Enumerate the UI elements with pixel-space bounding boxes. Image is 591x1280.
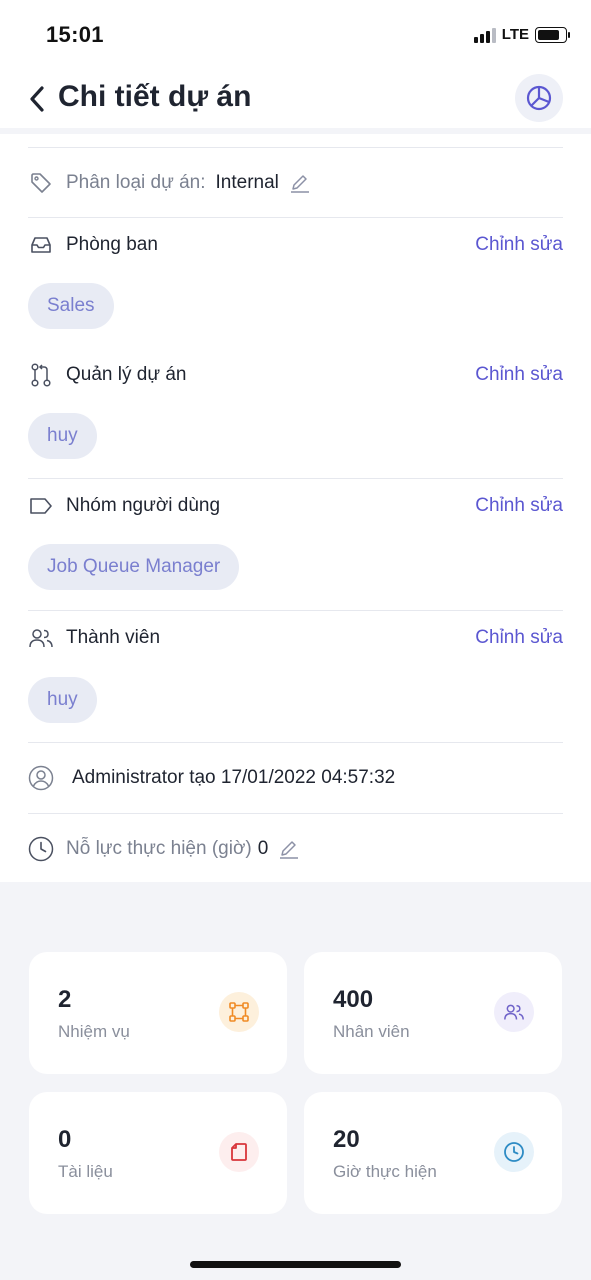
status-time: 15:01 — [46, 22, 104, 47]
stat-card-hours[interactable]: 20 Giờ thực hiện — [304, 1092, 562, 1214]
clock-icon — [28, 836, 54, 862]
inbox-icon — [28, 232, 54, 258]
tasks-icon — [219, 992, 259, 1032]
divider — [28, 813, 563, 814]
chevron-left-icon — [30, 86, 44, 112]
stat-card-documents[interactable]: 0 Tài liệu — [29, 1092, 287, 1214]
effort-value: 0 — [257, 838, 269, 859]
chart-button[interactable] — [515, 74, 563, 122]
app-header: Chi tiết dự án — [0, 70, 591, 128]
effort-row: Nỗ lực thực hiện (giờ) 0 — [28, 834, 563, 864]
network-label: LTE — [501, 26, 529, 43]
divider — [28, 217, 563, 218]
pie-chart-icon — [526, 85, 552, 111]
pencil-icon — [280, 841, 299, 859]
edit-department-link[interactable]: Chỉnh sửa — [475, 234, 563, 256]
edit-user-group-link[interactable]: Chỉnh sửa — [475, 495, 563, 517]
clock-icon — [494, 1132, 534, 1172]
stat-value: 0 — [58, 1126, 72, 1153]
battery-icon — [535, 26, 570, 43]
project-type-row: Phân loại dự án: Internal — [28, 168, 563, 198]
divider — [28, 610, 563, 611]
stats-section: 2 Nhiệm vụ 400 Nhân viên 0 Tài liệu 20 G… — [0, 882, 591, 1280]
divider — [28, 478, 563, 479]
stat-caption: Nhân viên — [333, 1022, 410, 1041]
created-row: Administrator tạo 17/01/2022 04:57:32 — [28, 763, 563, 793]
user-circle-icon — [28, 765, 54, 791]
divider — [28, 147, 563, 148]
stat-card-employees[interactable]: 400 Nhân viên — [304, 952, 562, 1074]
status-bar: 15:01 LTE — [0, 0, 591, 70]
divider — [28, 742, 563, 743]
project-detail-content: Phân loại dự án: Internal Phòng ban Chỉn… — [0, 134, 591, 882]
project-type-value: Internal — [215, 172, 279, 193]
home-indicator[interactable] — [190, 1261, 401, 1268]
project-type-label: Phân loại dự án: — [66, 172, 206, 193]
page-title: Chi tiết dự án — [58, 80, 252, 113]
members-chip: huy — [28, 677, 97, 723]
department-chip: Sales — [28, 283, 114, 329]
stat-value: 20 — [333, 1126, 360, 1153]
members-label: Thành viên — [66, 627, 161, 648]
back-button[interactable] — [24, 84, 50, 114]
pencil-icon — [290, 175, 309, 193]
user-group-label: Nhóm người dùng — [66, 495, 221, 516]
effort-label: Nỗ lực thực hiện (giờ) — [66, 838, 252, 859]
git-branch-icon — [28, 362, 54, 388]
edit-project-type-button[interactable] — [289, 172, 311, 194]
users-icon — [28, 625, 54, 651]
status-indicators: LTE — [473, 26, 570, 43]
manager-chip: huy — [28, 413, 97, 459]
stat-caption: Giờ thực hiện — [333, 1162, 437, 1181]
manager-label: Quản lý dự án — [66, 364, 187, 385]
signal-icon — [473, 27, 496, 43]
label-icon — [28, 493, 54, 519]
stat-card-tasks[interactable]: 2 Nhiệm vụ — [29, 952, 287, 1074]
tag-icon — [28, 170, 54, 196]
stat-value: 2 — [58, 986, 72, 1013]
stat-caption: Nhiệm vụ — [58, 1022, 130, 1041]
department-label: Phòng ban — [66, 234, 158, 255]
document-icon — [219, 1132, 259, 1172]
edit-members-link[interactable]: Chỉnh sửa — [475, 627, 563, 649]
stat-caption: Tài liệu — [58, 1162, 113, 1181]
edit-manager-link[interactable]: Chỉnh sửa — [475, 364, 563, 386]
users-icon — [494, 992, 534, 1032]
stat-value: 400 — [333, 986, 374, 1013]
created-text: Administrator tạo 17/01/2022 04:57:32 — [72, 767, 396, 788]
edit-effort-button[interactable] — [278, 838, 300, 860]
user-group-chip: Job Queue Manager — [28, 544, 240, 590]
